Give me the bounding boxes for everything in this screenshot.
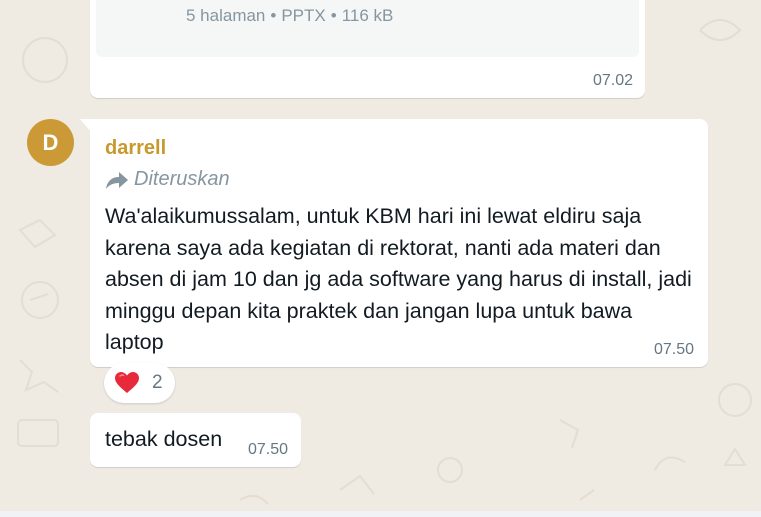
file-size: 116 kB bbox=[341, 6, 394, 25]
message-text: tebak dosen bbox=[105, 427, 223, 451]
heart-icon bbox=[115, 372, 139, 393]
message-bubble[interactable]: darrell Diteruskan Wa'alaikumussalam, un… bbox=[90, 119, 708, 367]
file-type: PPTX bbox=[281, 6, 326, 25]
message-timestamp: 07.50 bbox=[653, 341, 694, 358]
message-timestamp: 07.50 bbox=[247, 441, 288, 458]
message-timestamp: 07.02 bbox=[592, 72, 633, 89]
file-attachment-card[interactable]: 5 halaman • PPTX • 116 kB bbox=[96, 0, 639, 57]
message-text: Wa'alaikumussalam, untuk KBM hari ini le… bbox=[105, 204, 692, 354]
file-meta: 5 halaman • PPTX • 116 kB bbox=[186, 6, 393, 26]
file-pages: 5 halaman bbox=[186, 6, 266, 25]
avatar[interactable]: D bbox=[27, 119, 74, 166]
meta-separator: • bbox=[270, 6, 277, 25]
composer-edge bbox=[0, 511, 761, 517]
file-message-bubble[interactable]: 5 halaman • PPTX • 116 kB 07.02 bbox=[90, 0, 645, 98]
sender-name[interactable]: darrell bbox=[105, 137, 166, 160]
reaction-pill[interactable]: 2 bbox=[104, 363, 175, 403]
meta-separator: • bbox=[330, 6, 337, 25]
avatar-initial: D bbox=[42, 129, 59, 155]
forward-arrow-icon bbox=[106, 171, 128, 189]
message-bubble[interactable]: tebak dosen 07.50 bbox=[90, 413, 301, 467]
forwarded-label: Diteruskan bbox=[105, 168, 230, 191]
reaction-count: 2 bbox=[152, 372, 163, 393]
forwarded-text: Diteruskan bbox=[134, 168, 230, 190]
